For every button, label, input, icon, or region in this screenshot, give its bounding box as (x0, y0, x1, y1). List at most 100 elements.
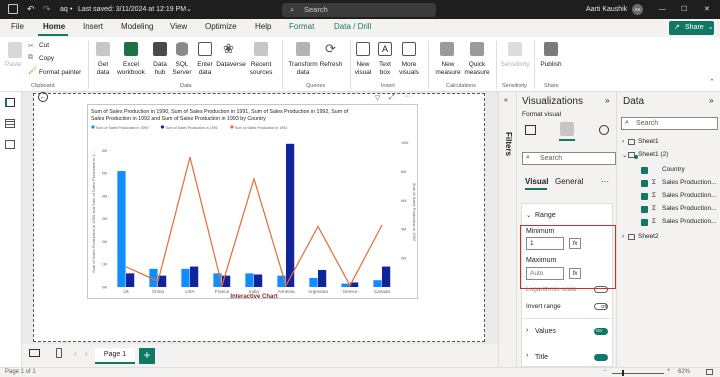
last-saved-text[interactable]: Last saved: 3/11/2024 at 12:19 PM (78, 0, 186, 19)
copy-icon[interactable]: ⧉ (28, 54, 33, 62)
chevron-right-icon[interactable]: › (622, 138, 624, 145)
sensitivity-button[interactable]: Sensitivity (499, 61, 531, 69)
filters-label[interactable]: Filters (504, 132, 513, 156)
text-box-icon[interactable]: A (378, 42, 392, 56)
field-checkbox[interactable] (641, 193, 648, 200)
expand-filters-icon[interactable]: « (504, 97, 508, 104)
data-search-box[interactable]: ⌕ Search (621, 117, 718, 130)
get-data-icon[interactable] (96, 42, 110, 56)
zoom-out-icon[interactable]: − (603, 368, 607, 374)
publish-button[interactable]: Publish (538, 61, 564, 69)
report-view-icon[interactable] (5, 98, 15, 107)
new-visual-button[interactable]: New visual (352, 61, 374, 76)
collapse-viz-icon[interactable]: » (605, 96, 609, 105)
build-visual-icon[interactable] (525, 125, 536, 135)
save-icon[interactable] (8, 4, 18, 14)
field-checkbox[interactable] (641, 167, 648, 174)
dataverse-icon[interactable]: ❀ (223, 41, 237, 57)
title-toggle[interactable] (594, 354, 608, 361)
collapse-ribbon-icon[interactable]: ⌃ (709, 78, 715, 86)
refresh-icon[interactable]: ⟳ (325, 41, 336, 57)
page-tab-page-1[interactable]: Page 1 (95, 348, 135, 364)
new-measure-icon[interactable] (440, 42, 454, 56)
menu-help[interactable]: Help (255, 22, 271, 31)
data-hub-button[interactable]: Data hub (148, 61, 172, 76)
transform-data-icon[interactable] (296, 42, 310, 56)
chevron-down-icon[interactable]: ⌄ (526, 211, 531, 219)
chevron-right-icon[interactable]: › (622, 233, 624, 240)
values-section-header[interactable]: Values (535, 328, 556, 335)
recent-sources-button[interactable]: Recent sources (246, 61, 276, 76)
refresh-button[interactable]: Refresh (318, 61, 344, 69)
more-visuals-button[interactable]: More visuals (396, 61, 422, 76)
get-data-button[interactable]: Get data (93, 61, 113, 76)
chevron-down-icon[interactable]: ⌄ (186, 0, 192, 19)
dataverse-button[interactable]: Dataverse (215, 61, 247, 69)
menu-format[interactable]: Format (289, 22, 314, 31)
zoom-in-icon[interactable]: + (667, 368, 671, 374)
cut-button[interactable]: Cut (39, 42, 49, 50)
add-page-button[interactable]: + (139, 348, 155, 364)
table-sheet1[interactable]: Sheet1 (638, 138, 659, 145)
table-sheet2[interactable]: Sheet2 (638, 233, 659, 240)
sql-server-button[interactable]: SQL Server (171, 61, 193, 76)
quick-measure-icon[interactable] (470, 42, 484, 56)
focus-mode-icon[interactable]: ⤢ (389, 94, 395, 102)
close-icon[interactable]: ✕ (704, 0, 710, 19)
sql-server-icon[interactable] (176, 42, 188, 56)
quick-measure-button[interactable]: Quick measure (462, 61, 492, 76)
sensitivity-icon[interactable] (508, 42, 522, 56)
zoom-slider[interactable] (612, 373, 664, 374)
field-sales-production-1[interactable]: Sales Production... (662, 179, 717, 186)
field-sales-production-4[interactable]: Sales Production... (662, 218, 717, 225)
tab-visual[interactable]: Visual (525, 177, 548, 186)
desktop-layout-icon[interactable] (29, 349, 40, 357)
share-button[interactable]: ↗ Share ⌄ (669, 21, 714, 35)
table-view-icon[interactable] (5, 119, 15, 128)
menu-insert[interactable]: Insert (83, 22, 103, 31)
format-painter-icon[interactable]: 🖌 (28, 67, 37, 75)
transform-data-button[interactable]: Transform data (286, 61, 320, 76)
more-options-icon[interactable]: ··· (601, 177, 609, 186)
redo-icon[interactable]: ↷ (43, 0, 51, 19)
back-arrow-icon[interactable]: ← (38, 92, 48, 102)
new-measure-button[interactable]: New measure (434, 61, 462, 76)
excel-icon[interactable] (124, 42, 138, 56)
cut-icon[interactable]: ✂ (28, 42, 34, 50)
new-visual-icon[interactable] (356, 42, 370, 56)
collapse-data-icon[interactable]: » (709, 96, 713, 105)
more-visuals-icon[interactable] (402, 42, 416, 56)
mobile-layout-icon[interactable] (56, 348, 62, 358)
field-sales-production-3[interactable]: Sales Production... (662, 205, 717, 212)
analytics-icon[interactable] (599, 125, 609, 135)
avatar[interactable]: AK (632, 4, 643, 15)
zoom-slider-thumb[interactable] (622, 370, 624, 376)
data-hub-icon[interactable] (153, 42, 167, 56)
maximize-icon[interactable]: ☐ (681, 0, 687, 19)
viz-search-box[interactable]: ⌕ Search (522, 152, 616, 165)
tab-general[interactable]: General (555, 177, 583, 186)
enter-data-icon[interactable] (198, 42, 212, 56)
paste-icon[interactable] (8, 42, 22, 58)
paste-button[interactable]: Paste (5, 61, 22, 69)
text-box-button[interactable]: Text box (375, 61, 395, 76)
format-painter-button[interactable]: Format painter (39, 69, 81, 77)
title-search-box[interactable]: ⌕ Search (282, 3, 436, 17)
chevron-right-icon[interactable]: › (526, 352, 528, 359)
field-checkbox[interactable] (641, 180, 648, 187)
visual-filter-icon[interactable]: ▽ (375, 94, 380, 102)
field-sales-production-2[interactable]: Sales Production... (662, 192, 717, 199)
menu-file[interactable]: File (11, 22, 24, 31)
zoom-level[interactable]: 62% (678, 369, 690, 375)
more-options-icon[interactable]: ··· (404, 93, 411, 100)
filters-pane-collapsed[interactable]: « Filters (498, 92, 516, 367)
next-page-icon[interactable]: › (85, 349, 88, 358)
invert-range-toggle[interactable]: Off (594, 303, 608, 310)
fit-to-page-icon[interactable] (706, 369, 713, 375)
field-checkbox[interactable] (641, 219, 648, 226)
title-section-header[interactable]: Title (535, 354, 548, 361)
minimize-icon[interactable]: — (659, 0, 666, 19)
model-view-icon[interactable] (5, 140, 15, 149)
chevron-down-icon[interactable]: ⌄ (622, 151, 627, 159)
undo-icon[interactable]: ↶ (27, 0, 35, 19)
